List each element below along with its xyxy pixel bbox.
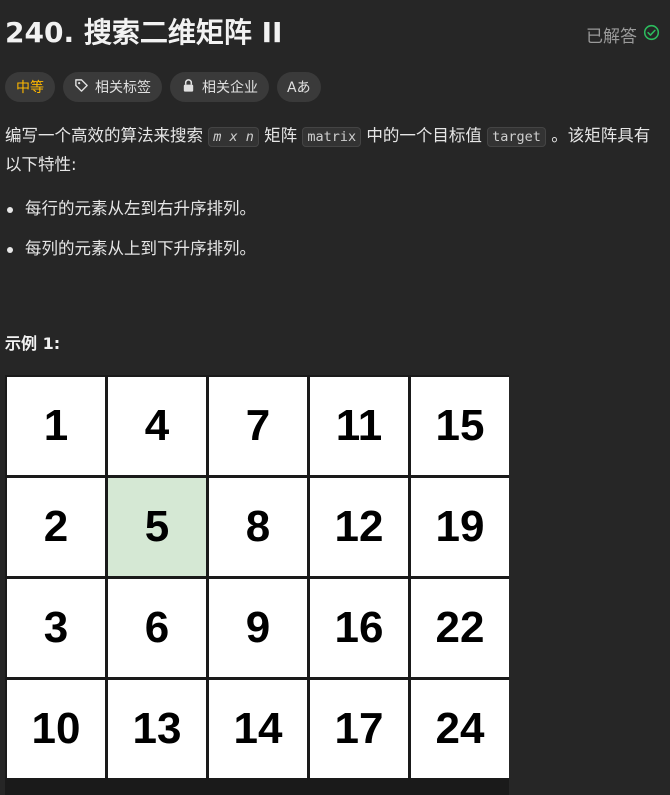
related-companies-label: 相关企业 bbox=[202, 80, 258, 96]
code-target: target bbox=[487, 127, 546, 147]
code-matrix: matrix bbox=[302, 127, 362, 147]
matrix-cell: 6 bbox=[108, 579, 206, 677]
matrix-cell: 9 bbox=[209, 579, 307, 677]
problem-title[interactable]: 240. 搜索二维矩阵 II bbox=[5, 14, 282, 52]
matrix-cell: 14 bbox=[209, 680, 307, 778]
lock-icon bbox=[181, 78, 196, 97]
translate-icon: Aあ bbox=[287, 80, 311, 96]
matrix-cell: 8 bbox=[209, 478, 307, 576]
example-label: 示例 1: bbox=[5, 334, 61, 353]
title-row: 240. 搜索二维矩阵 II 已解答 bbox=[5, 14, 660, 54]
related-tags-label: 相关标签 bbox=[95, 80, 151, 96]
solved-label: 已解答 bbox=[586, 27, 637, 47]
related-companies-button[interactable]: 相关企业 bbox=[170, 72, 269, 102]
matrix-cell: 19 bbox=[411, 478, 509, 576]
matrix-cell: 1 bbox=[7, 377, 105, 475]
tag-icon bbox=[74, 78, 89, 97]
matrix-cell: 16 bbox=[310, 579, 408, 677]
matrix-cell: 12 bbox=[310, 478, 408, 576]
matrix-cell: 4 bbox=[108, 377, 206, 475]
example-matrix-image: 1 4 7 11 15 2 5 8 12 19 3 6 9 16 22 10 13 14 17 24 bbox=[5, 375, 509, 795]
translate-button[interactable]: Aあ bbox=[277, 72, 321, 102]
matrix-cell: 2 bbox=[7, 478, 105, 576]
matrix-cell: 15 bbox=[411, 377, 509, 475]
desc-text-3: 中的一个目标值 bbox=[366, 126, 482, 145]
tag-bar: 中等 相关标签 相关企业 Aあ bbox=[5, 72, 321, 102]
matrix-cell: 24 bbox=[411, 680, 509, 778]
difficulty-label: 中等 bbox=[16, 80, 44, 96]
matrix-cell: 3 bbox=[7, 579, 105, 677]
list-item: 每列的元素从上到下升序排列。 bbox=[5, 235, 256, 263]
desc-text-1: 编写一个高效的算法来搜索 bbox=[5, 126, 203, 145]
code-dimensions: m x n bbox=[208, 127, 259, 147]
matrix-cell: 22 bbox=[411, 579, 509, 677]
difficulty-badge: 中等 bbox=[5, 72, 55, 102]
solved-status: 已解答 bbox=[586, 22, 660, 47]
list-item: 每行的元素从左到右升序排列。 bbox=[5, 195, 256, 223]
feature-list: 每行的元素从左到右升序排列。 每列的元素从上到下升序排列。 bbox=[5, 195, 256, 275]
matrix-cell: 13 bbox=[108, 680, 206, 778]
check-circle-icon bbox=[643, 24, 660, 46]
matrix-cell: 10 bbox=[7, 680, 105, 778]
matrix-cell: 17 bbox=[310, 680, 408, 778]
matrix-cell: 7 bbox=[209, 377, 307, 475]
related-tags-button[interactable]: 相关标签 bbox=[63, 72, 162, 102]
matrix-cell: 5 bbox=[108, 478, 206, 576]
problem-description: 编写一个高效的算法来搜索 m x n 矩阵 matrix 中的一个目标值 tar… bbox=[5, 122, 655, 179]
matrix-cell: 11 bbox=[310, 377, 408, 475]
desc-text-2: 矩阵 bbox=[264, 126, 298, 145]
